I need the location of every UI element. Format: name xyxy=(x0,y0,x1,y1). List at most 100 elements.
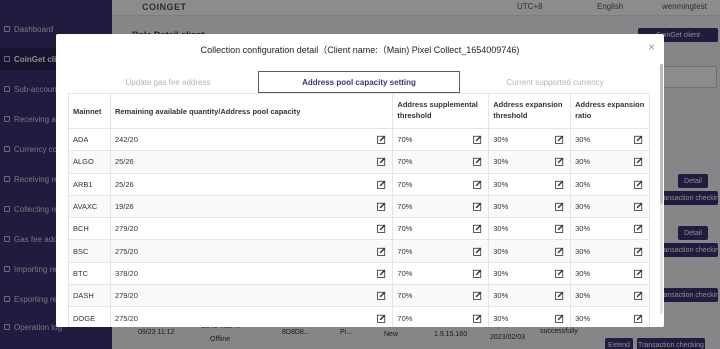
cell-expansion-threshold: 30% xyxy=(489,307,572,327)
column-header-supplemental-threshold: Address supplemental threshold xyxy=(393,94,490,129)
cell-value: 378/20 xyxy=(114,268,138,278)
cell-supplemental: 70% xyxy=(393,151,490,174)
edit-icon[interactable] xyxy=(634,269,643,278)
edit-icon[interactable] xyxy=(634,247,643,256)
edit-icon[interactable] xyxy=(555,157,564,167)
cell-expansion-threshold: 30% xyxy=(489,129,572,152)
edit-icon[interactable] xyxy=(634,314,643,323)
cell-expansion-ratio: 30% xyxy=(571,129,650,152)
cell-capacity: 378/20 xyxy=(110,262,394,286)
edit-icon[interactable] xyxy=(473,224,482,234)
edit-icon[interactable] xyxy=(555,202,564,211)
cell-value: ADA xyxy=(73,135,89,145)
close-icon[interactable]: × xyxy=(648,41,655,53)
edit-icon[interactable] xyxy=(377,202,386,211)
cell-value: AVAXC xyxy=(73,202,98,212)
cell-expansion-ratio: 30% xyxy=(571,218,650,241)
edit-icon[interactable] xyxy=(377,224,386,234)
edit-icon[interactable] xyxy=(377,180,386,189)
cell-value: 25/26 xyxy=(114,157,134,167)
cell-value: 19/26 xyxy=(114,202,134,212)
edit-icon[interactable] xyxy=(634,224,643,234)
cell-expansion-ratio: 30% xyxy=(571,195,650,219)
cell-value: 30% xyxy=(493,246,509,256)
cell-capacity: 25/26 xyxy=(110,173,394,196)
cell-capacity: 275/20 xyxy=(111,307,394,327)
edit-icon[interactable] xyxy=(473,291,482,301)
edit-icon[interactable] xyxy=(555,269,564,278)
cell-expansion-ratio: 30% xyxy=(571,240,650,263)
cell-value: 70% xyxy=(397,246,413,256)
edit-icon[interactable] xyxy=(555,180,564,189)
cell-expansion-threshold: 30% xyxy=(489,151,572,174)
cell-value: 275/20 xyxy=(114,246,138,256)
tab-update-gas-fee-address[interactable]: Update gas fee address xyxy=(68,71,268,93)
cell-expansion-ratio: 30% xyxy=(571,285,650,308)
edit-icon[interactable] xyxy=(555,247,564,256)
edit-icon[interactable] xyxy=(473,247,482,256)
cell-value: DASH xyxy=(73,291,94,301)
scrollbar-thumb[interactable] xyxy=(660,64,663,204)
cell-value: DOGE xyxy=(73,313,96,323)
cell-supplemental: 70% xyxy=(393,129,490,152)
edit-icon[interactable] xyxy=(377,157,386,167)
edit-icon[interactable] xyxy=(377,291,386,301)
edit-icon[interactable] xyxy=(634,202,643,211)
table-row: DASH 279/20 70% 30% 30% xyxy=(69,285,650,308)
table-row: BCH 279/20 70% 30% 30% xyxy=(69,218,650,241)
cell-expansion-threshold: 30% xyxy=(489,240,572,263)
cell-supplemental: 70% xyxy=(393,307,490,327)
edit-icon[interactable] xyxy=(555,135,564,145)
edit-icon[interactable] xyxy=(473,314,482,323)
tab-current-supported-currency[interactable]: Current supported currency xyxy=(460,71,650,93)
edit-icon[interactable] xyxy=(473,269,482,278)
modal-scrollbar[interactable] xyxy=(660,64,663,314)
cell-value: 70% xyxy=(397,313,413,323)
edit-icon[interactable] xyxy=(473,202,482,211)
cell-value: 25/26 xyxy=(114,179,134,189)
cell-expansion-ratio: 30% xyxy=(571,262,650,286)
cell-value: 70% xyxy=(397,268,413,278)
edit-icon[interactable] xyxy=(377,269,386,278)
column-header-mainnet: Mainnet xyxy=(69,94,111,129)
edit-icon[interactable] xyxy=(473,157,482,167)
cell-mainnet: DASH xyxy=(69,285,111,308)
cell-value: 30% xyxy=(493,268,509,278)
cell-mainnet: AVAXC xyxy=(69,195,111,219)
cell-capacity: 242/20 xyxy=(110,129,394,152)
edit-icon[interactable] xyxy=(634,135,643,145)
edit-icon[interactable] xyxy=(634,157,643,167)
cell-mainnet: BSC xyxy=(69,240,111,263)
cell-value: 30% xyxy=(493,313,509,323)
cell-expansion-threshold: 30% xyxy=(489,285,572,308)
cell-capacity: 275/20 xyxy=(110,240,394,263)
edit-icon[interactable] xyxy=(555,314,564,323)
cell-value: 30% xyxy=(493,157,509,167)
tab-address-pool-capacity[interactable]: Address pool capacity setting xyxy=(258,71,460,93)
cell-value: 279/20 xyxy=(114,291,138,301)
table-body: ADA 242/20 70% 30% 30% ALGO 25/26 70% 30% 30% ARB1… xyxy=(69,129,650,327)
edit-icon[interactable] xyxy=(555,291,564,301)
modal-title: Collection configuration detail（Client n… xyxy=(200,45,520,55)
cell-value: 242/20 xyxy=(114,135,138,145)
edit-icon[interactable] xyxy=(377,314,386,323)
cell-expansion-ratio: 30% xyxy=(571,151,650,174)
cell-mainnet: DOGE xyxy=(69,307,111,327)
edit-icon[interactable] xyxy=(377,135,386,145)
cell-value: 30% xyxy=(575,313,591,323)
cell-expansion-threshold: 30% xyxy=(489,218,572,241)
cell-value: 30% xyxy=(575,202,591,212)
cell-value: 279/20 xyxy=(114,224,138,234)
edit-icon[interactable] xyxy=(377,247,386,256)
cell-value: 70% xyxy=(397,291,413,301)
edit-icon[interactable] xyxy=(634,291,643,301)
table-row: ADA 242/20 70% 30% 30% xyxy=(69,129,650,152)
edit-icon[interactable] xyxy=(473,180,482,189)
edit-icon[interactable] xyxy=(555,224,564,234)
cell-value: ARB1 xyxy=(73,179,93,189)
edit-icon[interactable] xyxy=(634,180,643,189)
table-row: DOGE 275/20 70% 30% 30% xyxy=(69,307,650,327)
capacity-table: Mainnet Remaining available quantity/Add… xyxy=(68,93,650,327)
edit-icon[interactable] xyxy=(473,135,482,145)
cell-supplemental: 70% xyxy=(393,195,490,219)
